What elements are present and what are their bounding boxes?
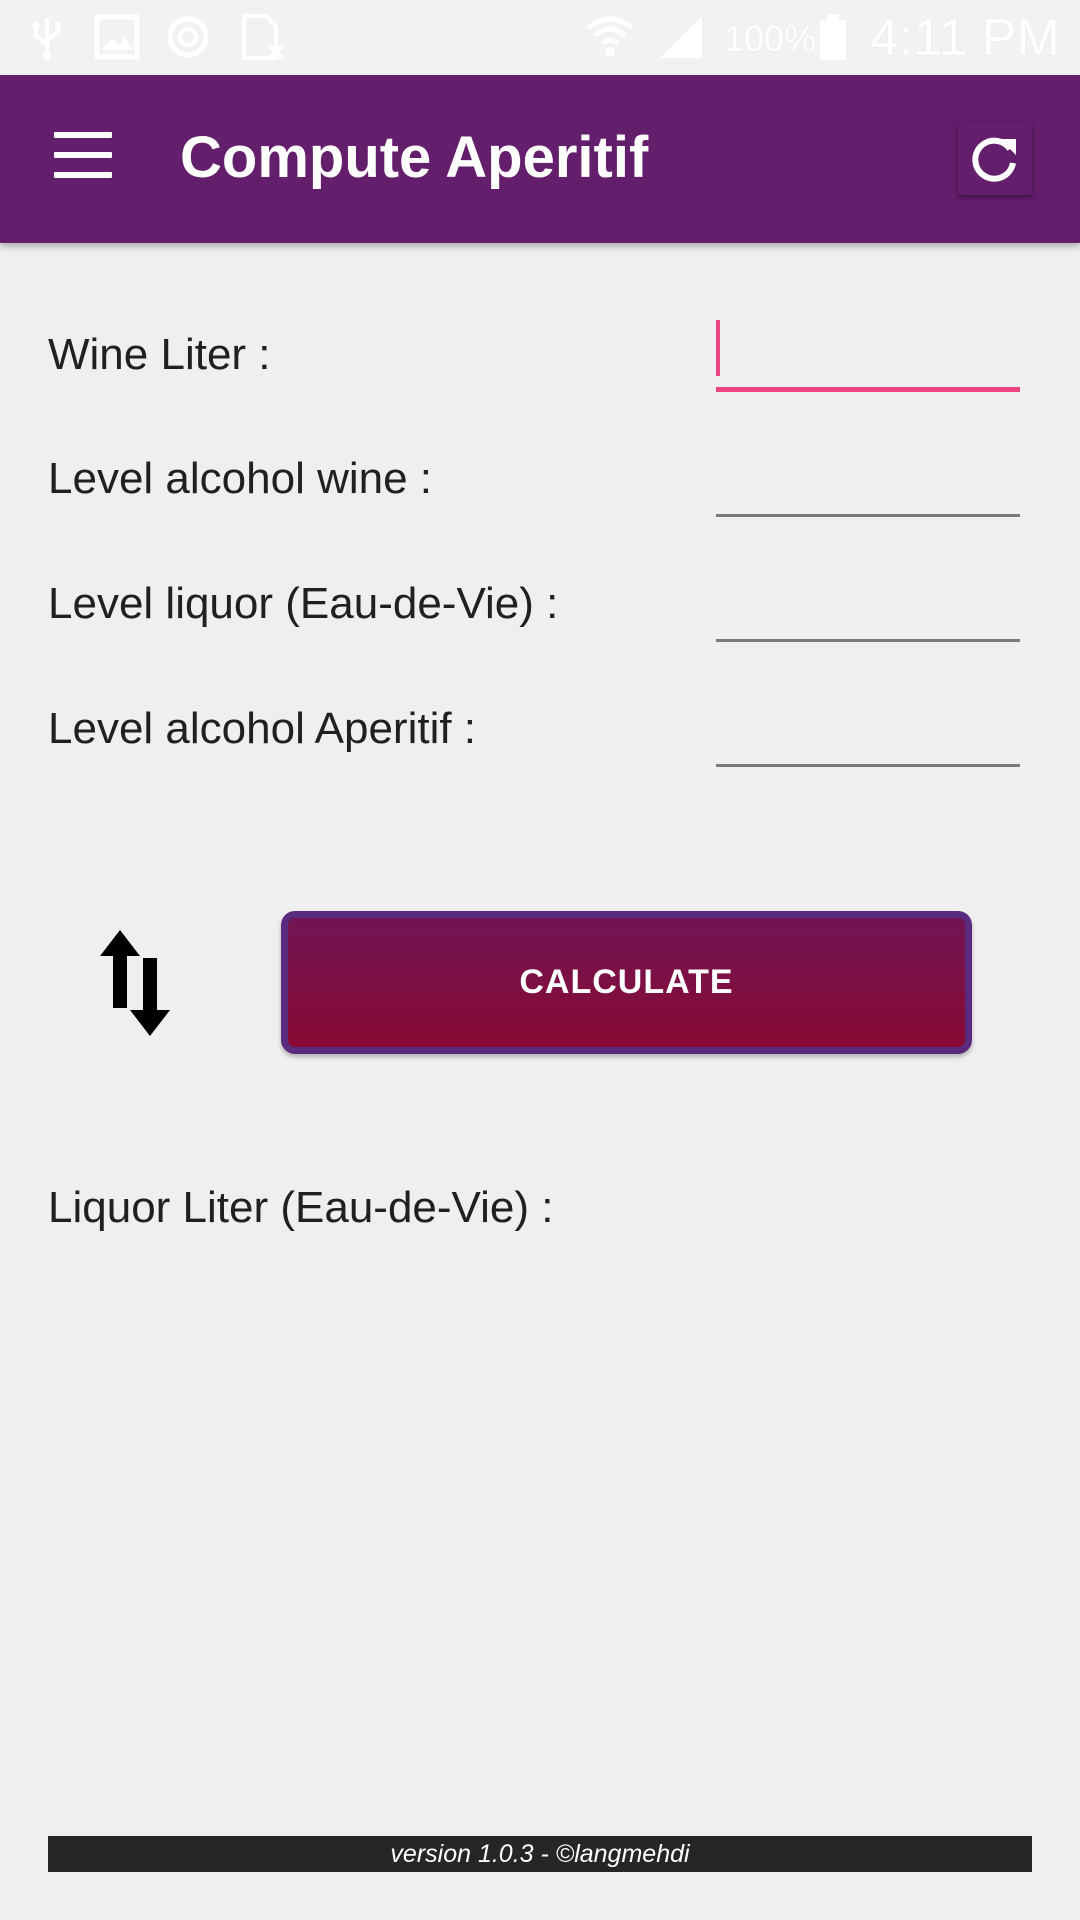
text-cursor (716, 320, 720, 376)
no-sim-icon (242, 14, 284, 60)
level-liquor-input[interactable] (716, 572, 1020, 642)
signal-icon (660, 16, 702, 58)
swap-vertical-icon[interactable] (96, 928, 174, 1038)
screen: 100% 4:11 PM Compute Aperitif Wine Liter… (0, 0, 1080, 1920)
liquor-liter-label: Liquor Liter (Eau-de-Vie) : (48, 1183, 554, 1232)
refresh-icon (972, 137, 1016, 182)
level-alcohol-wine-input[interactable] (716, 447, 1020, 517)
app-bar: Compute Aperitif (0, 75, 1080, 243)
version-footer: version 1.0.3 - ©langmehdi (48, 1836, 1032, 1872)
status-bar: 100% 4:11 PM (0, 0, 1080, 75)
level-alcohol-wine-label: Level alcohol wine : (48, 454, 433, 503)
wine-liter-input[interactable] (716, 322, 1020, 392)
level-alcohol-aperitif-input[interactable] (716, 697, 1020, 767)
battery-percent: 100% (724, 18, 817, 59)
calculate-button[interactable]: CALCULATE (281, 911, 972, 1054)
clock: 4:11 PM (870, 9, 1060, 67)
level-liquor-label: Level liquor (Eau-de-Vie) : (48, 579, 559, 628)
wine-liter-label: Wine Liter : (48, 330, 271, 379)
sync-icon (167, 16, 209, 58)
level-alcohol-aperitif-label: Level alcohol Aperitif : (48, 704, 477, 753)
hamburger-menu-icon[interactable] (54, 132, 112, 178)
usb-icon (32, 18, 61, 60)
refresh-button[interactable] (958, 123, 1032, 195)
battery-icon (820, 14, 846, 60)
image-icon (94, 14, 140, 60)
page-title: Compute Aperitif (180, 125, 649, 190)
wifi-icon (586, 16, 634, 57)
